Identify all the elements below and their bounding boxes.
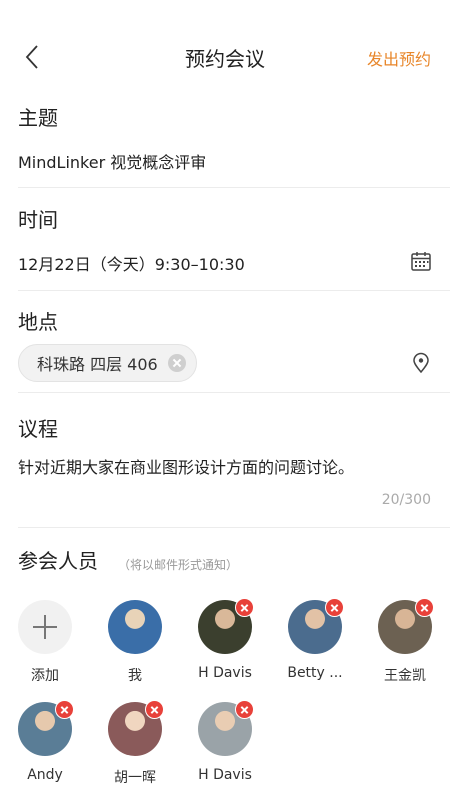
- time-label: 时间: [18, 208, 58, 232]
- divider: [18, 392, 450, 393]
- remove-member-icon[interactable]: [415, 598, 434, 617]
- member-name: 王金凯: [384, 668, 426, 684]
- member-item[interactable]: 我: [90, 600, 180, 685]
- member-item[interactable]: H Davis: [180, 700, 270, 783]
- member-item[interactable]: 胡一晖: [90, 700, 180, 787]
- time-field[interactable]: 12月22日（今天）9:30–10:30: [18, 251, 245, 275]
- send-invite-button[interactable]: 发出预约: [367, 46, 431, 70]
- avatar: [108, 700, 164, 756]
- avatar: [198, 598, 254, 654]
- avatar: [378, 598, 434, 654]
- member-name: H Davis: [198, 767, 252, 783]
- members-label: 参会人员: [18, 549, 98, 573]
- divider: [18, 290, 450, 291]
- member-name: Betty ...: [287, 665, 343, 681]
- remove-member-icon[interactable]: [235, 598, 254, 617]
- member-name: 我: [128, 668, 142, 684]
- member-item[interactable]: Andy: [0, 700, 90, 783]
- agenda-textarea[interactable]: 针对近期大家在商业图形设计方面的问题讨论。: [18, 454, 432, 478]
- avatar: [108, 600, 162, 654]
- member-item[interactable]: H Davis: [180, 598, 270, 681]
- clear-location-icon[interactable]: [167, 354, 186, 372]
- nav-bar: 预约会议 发出预约: [0, 0, 450, 112]
- add-icon[interactable]: [18, 600, 72, 654]
- member-item[interactable]: 王金凯: [360, 598, 450, 685]
- location-chip[interactable]: 科珠路 四层 406: [18, 344, 197, 382]
- avatar: [198, 700, 254, 756]
- member-item[interactable]: Betty ...: [270, 598, 360, 681]
- member-name: 胡一晖: [114, 770, 156, 786]
- topic-field[interactable]: MindLinker 视觉概念评审: [18, 149, 206, 173]
- add-member-button[interactable]: 添加: [0, 600, 90, 685]
- member-name: Andy: [27, 767, 63, 783]
- divider: [18, 527, 450, 528]
- topic-label: 主题: [18, 106, 58, 130]
- avatar: [18, 700, 74, 756]
- avatar: [288, 598, 344, 654]
- members-hint: （将以邮件形式通知）: [118, 558, 239, 572]
- divider: [18, 187, 450, 188]
- agenda-label: 议程: [18, 417, 58, 441]
- location-chip-label: 科珠路 四层 406: [37, 355, 158, 374]
- remove-member-icon[interactable]: [145, 700, 164, 719]
- member-name: H Davis: [198, 665, 252, 681]
- location-pin-icon[interactable]: [410, 352, 432, 374]
- location-label: 地点: [18, 310, 58, 334]
- add-member-label: 添加: [31, 668, 59, 684]
- remove-member-icon[interactable]: [235, 700, 254, 719]
- calendar-icon[interactable]: [410, 250, 432, 272]
- avatar-photo: [108, 600, 162, 654]
- remove-member-icon[interactable]: [325, 598, 344, 617]
- char-counter: 20/300: [381, 492, 431, 508]
- remove-member-icon[interactable]: [55, 700, 74, 719]
